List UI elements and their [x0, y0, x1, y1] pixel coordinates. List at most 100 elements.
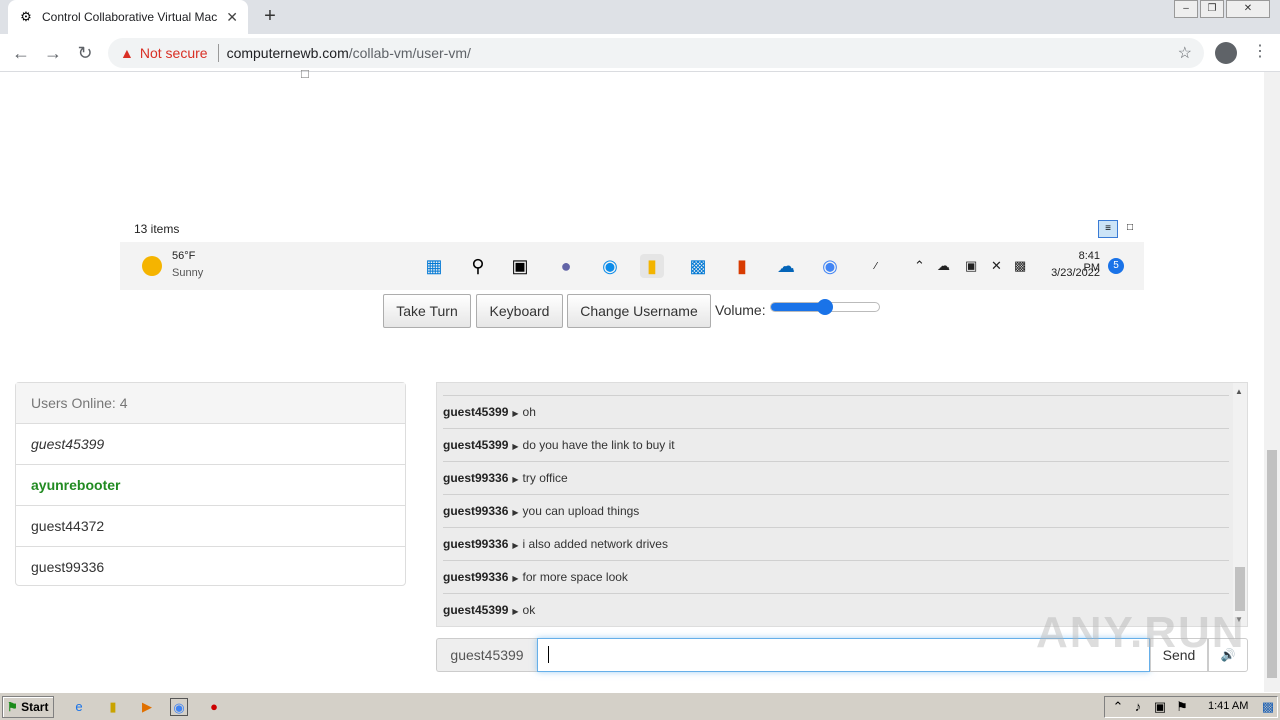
host-system-tray: ⌃ ♪ ▣ ⚑ ▩	[1104, 696, 1278, 718]
keyboard-button[interactable]: Keyboard	[476, 294, 563, 328]
user-list-item[interactable]: ayunrebooter	[16, 465, 405, 506]
bookmark-star-icon[interactable]: ☆	[1178, 43, 1192, 63]
chat-username[interactable]: guest99336	[443, 471, 508, 485]
chat-text: ok	[522, 603, 536, 617]
vm-clock-date[interactable]: 3/23/2022	[1042, 267, 1100, 279]
not-secure-label[interactable]: Not secure	[140, 45, 208, 61]
tray-onedrive-icon[interactable]: ☁	[937, 258, 950, 274]
url-text[interactable]: computernewb.com/collab-vm/user-vm/	[227, 45, 471, 61]
speaker-muted-icon[interactable]: ✕	[991, 258, 1002, 274]
tray-overflow-icon[interactable]: ⌃	[914, 258, 925, 274]
folder-icon[interactable]: ▮	[104, 698, 122, 716]
browser-menu-icon[interactable]: ⋮	[1252, 41, 1268, 61]
tab-title: Control Collaborative Virtual Machine	[42, 10, 217, 24]
chat-text: you can upload things	[522, 504, 640, 518]
chat-scrollbar[interactable]: ▲ ▼	[1233, 383, 1247, 626]
onedrive-icon[interactable]: ☁	[774, 254, 798, 278]
chrome-icon[interactable]: ◉	[818, 254, 842, 278]
windows-start-icon[interactable]: ▦	[422, 254, 446, 278]
office-icon[interactable]: ▮	[730, 254, 754, 278]
chat-message: guest45399 ▶ do you have the link to buy i…	[443, 429, 1229, 462]
take-turn-button[interactable]: Take Turn	[383, 294, 471, 328]
minimize-icon[interactable]: –	[1174, 0, 1198, 18]
network-tray-icon[interactable]: ▣	[1151, 698, 1169, 716]
browser-tab[interactable]: ⚙ Control Collaborative Virtual Machine …	[8, 0, 248, 34]
vm-items-count: 13 items	[134, 222, 180, 236]
chrome-taskbar-icon[interactable]: ◉	[170, 698, 188, 716]
file-explorer-icon[interactable]: ▮	[640, 254, 664, 278]
chat-text: for more space look	[522, 570, 628, 584]
restore-icon[interactable]: ❐	[1200, 0, 1224, 18]
search-icon[interactable]: ⚲	[466, 254, 490, 278]
battery-icon[interactable]: ▩	[1014, 258, 1026, 274]
task-view-icon[interactable]: ▣	[508, 254, 532, 278]
message-arrow-icon: ▶	[512, 508, 519, 517]
network-icon[interactable]: ▣	[965, 258, 977, 274]
profile-avatar-icon[interactable]	[1215, 42, 1237, 64]
sun-icon[interactable]	[142, 256, 162, 276]
text-caret	[548, 646, 549, 663]
users-panel: Users Online: 4 guest45399 ayunrebooter …	[15, 382, 406, 586]
stop-icon[interactable]: ●	[205, 698, 223, 716]
watermark-logo: ANY.RUN	[1036, 608, 1246, 657]
chat-text: do you have the link to buy it	[522, 438, 675, 452]
notification-badge[interactable]: 5	[1108, 258, 1124, 274]
chat-username[interactable]: guest99336	[443, 570, 508, 584]
details-view-icon[interactable]: ≡	[1098, 220, 1118, 238]
address-bar: ← → ↻ ▲ Not secure computernewb.com/coll…	[0, 34, 1280, 72]
vm-screen[interactable]: ☐ 13 items ≡ □ 56°F Sunny ▦ ⚲ ▣ ● ◉ ▮ ▩ …	[120, 69, 1144, 290]
show-desktop-icon[interactable]: ▩	[1259, 698, 1277, 716]
warning-icon[interactable]: ▲	[120, 45, 134, 61]
window-controls: – ❐ ✕	[1174, 0, 1270, 18]
page-scroll-thumb[interactable]	[1267, 450, 1277, 678]
teams-chat-icon[interactable]: ●	[554, 254, 578, 278]
ie-icon[interactable]: e	[70, 698, 88, 716]
change-username-button[interactable]: Change Username	[567, 294, 711, 328]
chat-username[interactable]: guest45399	[443, 405, 508, 419]
windows-flag-icon: ⚑	[7, 700, 18, 714]
reload-icon[interactable]: ↻	[74, 42, 96, 64]
edge-icon[interactable]: ◉	[598, 254, 622, 278]
volume-thumb[interactable]	[817, 299, 833, 315]
volume-icon[interactable]: ♪	[1129, 698, 1147, 716]
page-scrollbar[interactable]	[1264, 72, 1280, 692]
user-list-item[interactable]: guest45399	[16, 424, 405, 465]
start-button[interactable]: ⚑ Start	[2, 696, 54, 718]
chat-message: guest99336 ▶ i also added network drives	[443, 528, 1229, 561]
vm-file-row-partial: ☐	[300, 69, 310, 81]
weather-desc[interactable]: Sunny	[172, 267, 203, 279]
media-player-icon[interactable]: ▶	[138, 698, 156, 716]
message-arrow-icon: ▶	[512, 442, 519, 451]
tiles-view-icon[interactable]: □	[1120, 220, 1140, 238]
weather-temp[interactable]: 56°F	[172, 250, 195, 262]
flag-icon[interactable]: ⚑	[1173, 698, 1191, 716]
user-list-item[interactable]: guest44372	[16, 506, 405, 547]
new-tab-button[interactable]: +	[258, 5, 282, 29]
user-list-item[interactable]: guest99336	[16, 547, 405, 588]
chat-message: guest99336 ▶ try office	[443, 462, 1229, 495]
pinned-app-icon[interactable]: ⁄	[864, 254, 888, 278]
host-clock[interactable]: 1:41 AM	[1208, 700, 1248, 712]
forward-icon[interactable]: →	[42, 42, 64, 64]
chat-username[interactable]: guest45399	[443, 603, 508, 617]
chat-text: i also added network drives	[522, 537, 668, 551]
close-window-icon[interactable]: ✕	[1226, 0, 1270, 18]
scroll-up-icon[interactable]: ▲	[1235, 387, 1243, 396]
message-arrow-icon: ▶	[512, 475, 519, 484]
back-icon[interactable]: ←	[10, 42, 32, 64]
browser-tab-bar: ⚙ Control Collaborative Virtual Machine …	[0, 0, 1280, 34]
url-path: /collab-vm/user-vm/	[348, 45, 471, 61]
chat-message: guest99336 ▶ for more space look	[443, 561, 1229, 594]
close-tab-icon[interactable]: ✕	[226, 9, 238, 26]
volume-slider[interactable]	[770, 299, 880, 315]
chat-username[interactable]: guest99336	[443, 504, 508, 518]
message-arrow-icon: ▶	[512, 607, 519, 616]
chat-username[interactable]: guest45399	[443, 438, 508, 452]
chat-username[interactable]: guest99336	[443, 537, 508, 551]
chat-scroll-thumb[interactable]	[1235, 567, 1245, 611]
store-icon[interactable]: ▩	[686, 254, 710, 278]
tray-arrow-icon[interactable]: ⌃	[1109, 698, 1127, 716]
chat-log[interactable]: guest45399 ▶ oh guest45399 ▶ do you have the…	[436, 382, 1248, 627]
message-arrow-icon: ▶	[512, 409, 519, 418]
omnibox[interactable]: ▲ Not secure computernewb.com/collab-vm/…	[108, 38, 1204, 68]
